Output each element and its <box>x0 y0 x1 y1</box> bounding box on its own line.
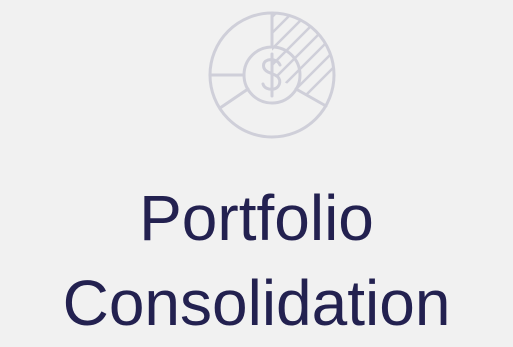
title-line-2: Consolidation <box>62 267 451 339</box>
title-line-1: Portfolio <box>139 182 374 254</box>
pie-chart-dollar-icon <box>208 11 336 139</box>
